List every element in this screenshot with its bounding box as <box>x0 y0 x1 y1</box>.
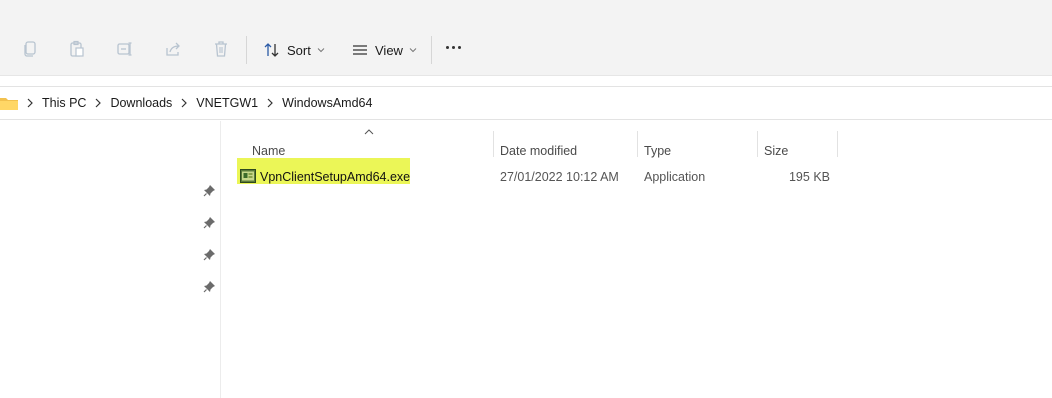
column-divider[interactable] <box>637 131 638 157</box>
view-label: View <box>375 42 403 58</box>
address-bar[interactable]: This PC Downloads VNETGW1 WindowsAmd64 <box>0 86 1052 120</box>
navigation-pane <box>0 121 221 398</box>
chevron-right-icon[interactable] <box>266 98 274 108</box>
chevron-right-icon[interactable] <box>180 98 188 108</box>
breadcrumb: This PC Downloads VNETGW1 WindowsAmd64 <box>0 96 372 110</box>
breadcrumb-downloads[interactable]: Downloads <box>110 96 172 110</box>
chevron-down-icon <box>409 48 417 53</box>
paste-icon[interactable] <box>68 40 86 58</box>
sort-label: Sort <box>287 42 311 58</box>
share-icon[interactable] <box>164 40 182 58</box>
toolbar-separator <box>431 36 432 64</box>
view-button[interactable]: View <box>352 38 417 62</box>
column-header-type[interactable]: Type <box>644 144 671 158</box>
column-divider[interactable] <box>493 131 494 157</box>
delete-icon[interactable] <box>212 40 230 58</box>
file-date-modified: 27/01/2022 10:12 AM <box>500 170 619 184</box>
application-installer-icon <box>240 169 256 183</box>
chevron-right-icon[interactable] <box>94 98 102 108</box>
pin-icon[interactable] <box>203 248 216 261</box>
file-name[interactable]: VpnClientSetupAmd64.exe <box>260 170 410 184</box>
column-divider[interactable] <box>837 131 838 157</box>
sort-icon <box>264 43 279 57</box>
column-header-date-modified[interactable]: Date modified <box>500 144 577 158</box>
more-options-icon[interactable] <box>446 46 461 49</box>
chevron-down-icon <box>317 48 325 53</box>
file-size: 195 KB <box>788 170 830 184</box>
view-list-icon <box>353 45 367 55</box>
chevron-right-icon <box>26 98 34 108</box>
breadcrumb-windowsamd64[interactable]: WindowsAmd64 <box>282 96 372 110</box>
file-type: Application <box>644 170 706 184</box>
pin-icon[interactable] <box>203 216 216 229</box>
pin-icon[interactable] <box>203 184 216 197</box>
toolbar-separator <box>246 36 247 64</box>
sort-button[interactable]: Sort <box>264 38 325 62</box>
folder-icon <box>0 98 18 110</box>
column-divider[interactable] <box>757 131 758 157</box>
pin-icon[interactable] <box>203 280 216 293</box>
sort-ascending-icon <box>364 129 374 135</box>
copy-icon[interactable] <box>21 40 39 58</box>
column-header-size[interactable]: Size <box>764 144 788 158</box>
breadcrumb-vnetgw1[interactable]: VNETGW1 <box>196 96 258 110</box>
command-bar: Sort View <box>0 0 1052 76</box>
column-header-name[interactable]: Name <box>252 144 285 158</box>
breadcrumb-this-pc[interactable]: This PC <box>42 96 86 110</box>
rename-icon[interactable] <box>116 40 134 58</box>
